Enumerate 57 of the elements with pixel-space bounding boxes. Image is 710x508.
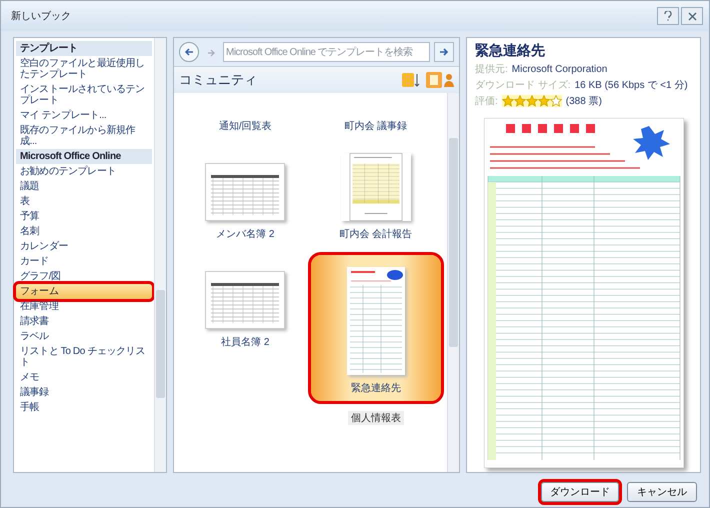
question-icon	[664, 11, 672, 21]
template-title: 緊急連絡先	[475, 42, 546, 60]
category-item[interactable]: グラフ/図	[16, 269, 152, 284]
close-button[interactable]	[681, 7, 703, 25]
provider-label: 提供元:	[475, 63, 508, 76]
search-field[interactable]: Microsoft Office Online でテンプレートを検索	[223, 42, 430, 62]
category-item[interactable]: メモ	[16, 370, 152, 385]
category-item[interactable]: 手帳	[16, 400, 152, 415]
category-header: テンプレート	[16, 41, 152, 56]
star-icon	[538, 95, 550, 107]
size-text: 16 KB (56 Kbps で <1 分)	[574, 79, 688, 92]
template-tile[interactable]: 社員名簿 2	[180, 255, 310, 355]
category-item[interactable]: カレンダー	[16, 239, 152, 254]
category-item[interactable]: マイ テンプレート...	[16, 108, 152, 123]
section-heading: コミュニティ	[179, 71, 257, 89]
back-button[interactable]	[179, 42, 199, 62]
category-item[interactable]: 在庫管理	[16, 299, 152, 314]
category-item[interactable]: 議事録	[16, 385, 152, 400]
template-tile[interactable]: 通知/回覧表	[180, 93, 310, 139]
category-item[interactable]: 空白のファイルと最近使用したテンプレート	[16, 56, 152, 82]
help-button[interactable]	[657, 7, 679, 25]
back-arrow-icon	[184, 47, 194, 57]
star-icon	[550, 95, 562, 107]
category-item[interactable]: 議題	[16, 179, 152, 194]
category-item[interactable]: お勧めのテンプレート	[16, 164, 152, 179]
scrollbar[interactable]	[154, 38, 166, 472]
close-icon	[688, 12, 696, 20]
template-tile[interactable]: 町内会 会計報告	[310, 147, 441, 247]
star-icon	[526, 95, 538, 107]
rating-label: 評価:	[475, 94, 498, 108]
template-tile[interactable]: 緊急連絡先	[310, 255, 441, 401]
forward-arrow-icon	[207, 48, 215, 56]
category-item[interactable]: 既存のファイルから新規作成...	[16, 123, 152, 149]
star-icon	[514, 95, 526, 107]
category-header: Microsoft Office Online	[16, 149, 152, 164]
template-tile[interactable]: メンバ名簿 2	[180, 147, 310, 247]
download-button[interactable]: ダウンロード	[541, 482, 619, 502]
template-tile[interactable]: 個人情報表	[310, 409, 441, 427]
category-item[interactable]: 予算	[16, 209, 152, 224]
arrow-icon	[439, 47, 449, 57]
category-item[interactable]: 表	[16, 194, 152, 209]
size-label: ダウンロード サイズ:	[475, 79, 571, 92]
category-item[interactable]: インストールされているテンプレート	[16, 82, 152, 108]
provider-text: Microsoft Corporation	[512, 64, 608, 74]
cancel-button[interactable]: キャンセル	[627, 482, 697, 502]
star-icon	[502, 95, 514, 107]
scrollbar[interactable]	[447, 93, 459, 472]
vote-count: (388 票)	[566, 95, 602, 108]
category-item[interactable]: 名刺	[16, 224, 152, 239]
search-button[interactable]	[434, 42, 454, 62]
template-tile[interactable]: 町内会 議事録	[310, 93, 441, 139]
category-item[interactable]: リストと To Do チェックリスト	[16, 344, 152, 370]
category-item[interactable]: 請求書	[16, 314, 152, 329]
category-item[interactable]: ラベル	[16, 329, 152, 344]
category-item[interactable]: フォーム	[16, 284, 152, 299]
window-title: 新しいブック	[11, 10, 71, 23]
category-item[interactable]: カード	[16, 254, 152, 269]
